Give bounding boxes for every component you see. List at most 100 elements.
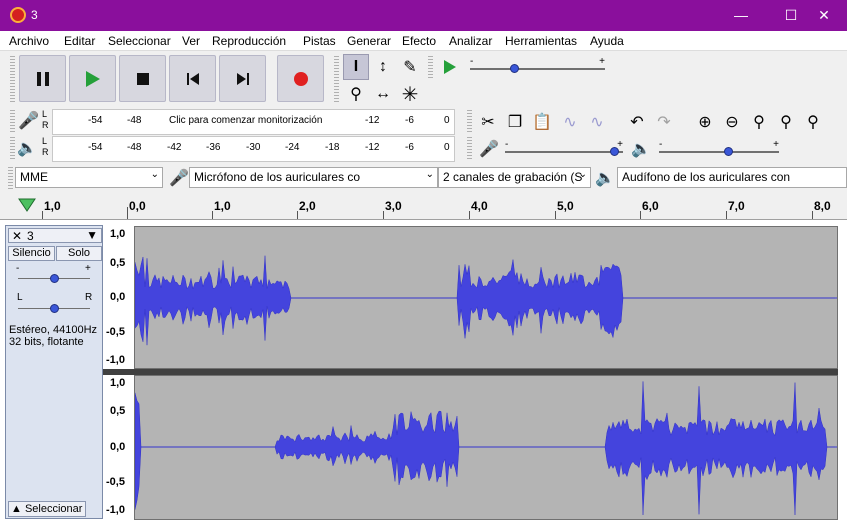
recording-volume-slider[interactable]: - + <box>505 139 623 156</box>
tools-grip[interactable] <box>334 56 339 104</box>
channels-select[interactable]: 2 canales de grabación (S ⌄ <box>438 167 591 188</box>
zoom-out-button[interactable]: ⊖ <box>719 109 745 135</box>
menu-archivo[interactable]: Archivo <box>9 34 49 48</box>
menu-seleccionar[interactable]: Seleccionar <box>108 34 171 48</box>
undo-icon: ↶ <box>630 114 644 131</box>
menu-reproduccion[interactable]: Reproducción <box>212 34 286 48</box>
pause-button[interactable] <box>19 55 66 102</box>
play-icon <box>85 70 100 87</box>
chevron-down-icon: ⌄ <box>150 169 159 180</box>
menu-efecto[interactable]: Efecto <box>402 34 436 48</box>
play-speed-grip[interactable] <box>428 56 433 78</box>
fit-project-button[interactable]: ⚲ <box>773 109 799 135</box>
close-button[interactable]: ✕ <box>801 0 847 31</box>
mute-button[interactable]: Silencio <box>8 246 55 261</box>
selection-tool-button[interactable]: I <box>343 54 369 80</box>
close-track-icon[interactable]: ✕ <box>12 229 22 243</box>
zoom-in-button[interactable]: ⊕ <box>692 109 718 135</box>
track-control-panel[interactable]: ✕ 3 ▼ Silencio Solo - + L R Estéreo, 441… <box>5 225 103 519</box>
timeline-ruler[interactable]: 1,0 0,0 1,0 2,0 3,0 4,0 5,0 6,0 7,0 8,0 <box>0 193 847 220</box>
rec-meter-scale: -54 -48 Clic para comenzar monitorizació… <box>52 109 455 135</box>
skip-start-icon <box>186 72 199 85</box>
ruler-label: 6,0 <box>642 199 659 213</box>
gain-slider[interactable] <box>18 274 90 283</box>
play-meter-grip[interactable] <box>10 137 15 161</box>
stop-button[interactable] <box>119 55 166 102</box>
gain-max-label: + <box>85 263 91 274</box>
monitor-prompt[interactable]: Clic para comenzar monitorización <box>169 115 322 126</box>
vscale-label: 1,0 <box>110 377 126 389</box>
multi-tool-button[interactable]: ✳ <box>397 81 423 107</box>
vscale-label: -1,0 <box>106 504 125 516</box>
host-value: MME <box>20 170 48 184</box>
pan-slider[interactable] <box>18 304 90 313</box>
rec-volume-knob[interactable] <box>610 147 619 156</box>
scissors-icon: ✂ <box>481 114 495 131</box>
recording-device-select[interactable]: Micrófono de los auriculares co ⌄ <box>189 167 438 188</box>
envelope-tool-button[interactable]: ↕ <box>370 54 396 80</box>
playback-volume-slider[interactable]: - + <box>659 139 779 156</box>
device-grip[interactable] <box>8 167 13 189</box>
minimize-button[interactable]: — <box>718 0 764 31</box>
skip-start-button[interactable] <box>169 55 216 102</box>
menu-ver[interactable]: Ver <box>182 34 200 48</box>
gain-knob[interactable] <box>50 274 59 283</box>
pan-right-label: R <box>85 292 93 303</box>
redo-button[interactable]: ↷ <box>651 109 677 135</box>
rec-meter-grip[interactable] <box>10 110 15 134</box>
copy-button[interactable]: ❐ <box>502 109 528 135</box>
menu-herramientas[interactable]: Herramientas <box>505 34 577 48</box>
vscale-label: 0,0 <box>110 441 126 453</box>
playback-device-select[interactable]: Audífono de los auriculares con <box>617 167 847 188</box>
skip-end-button[interactable] <box>219 55 266 102</box>
channels-value: 2 canales de grabación (S <box>443 170 583 184</box>
waveform-right-channel[interactable] <box>134 375 838 520</box>
toolbar-grip[interactable] <box>10 56 15 104</box>
play-button[interactable] <box>69 55 116 102</box>
menu-editar[interactable]: Editar <box>64 34 95 48</box>
timeshift-tool-button[interactable]: ↔ <box>370 81 396 107</box>
vscale-label: -0,5 <box>106 476 125 488</box>
play-at-speed-button[interactable] <box>437 54 463 80</box>
recording-meter[interactable]: LR -54 -48 Clic para comenzar monitoriza… <box>42 109 455 135</box>
pan-knob[interactable] <box>50 304 59 313</box>
play-tick: -6 <box>405 142 414 153</box>
menu-analizar[interactable]: Analizar <box>449 34 492 48</box>
menu-generar[interactable]: Generar <box>347 34 391 48</box>
draw-tool-button[interactable]: ✎ <box>397 54 423 80</box>
mixer-grip[interactable] <box>467 137 472 161</box>
menu-pistas[interactable]: Pistas <box>303 34 336 48</box>
vscale-label: 0,5 <box>110 257 126 269</box>
solo-button[interactable]: Solo <box>56 246 102 261</box>
fit-selection-button[interactable]: ⚲ <box>746 109 772 135</box>
host-select[interactable]: MME ⌄ <box>15 167 163 188</box>
menu-ayuda[interactable]: Ayuda <box>590 34 624 48</box>
record-button[interactable] <box>277 55 324 102</box>
ruler-label: 2,0 <box>299 199 316 213</box>
playback-meter[interactable]: LR -54 -48 -42 -36 -30 -24 -18 -12 -6 0 <box>42 136 455 162</box>
cut-button[interactable]: ✂ <box>475 109 501 135</box>
trim-button[interactable]: ∿ <box>557 109 583 135</box>
undo-button[interactable]: ↶ <box>624 109 650 135</box>
ruler-label: 1,0 <box>44 199 61 213</box>
ruler-label: 3,0 <box>385 199 402 213</box>
pin-head-icon[interactable] <box>18 198 36 212</box>
zoom-toggle-button[interactable]: ⚲ <box>800 109 826 135</box>
zoom-out-icon: ⊖ <box>725 114 739 131</box>
select-track-button[interactable]: ▲ Seleccionar <box>8 501 86 517</box>
play-speed-knob[interactable] <box>510 64 519 73</box>
silence-button[interactable]: ∿ <box>584 109 610 135</box>
zoom-toggle-icon: ⚲ <box>807 114 819 131</box>
play-volume-knob[interactable] <box>724 147 733 156</box>
recording-device-value: Micrófono de los auriculares co <box>194 170 361 184</box>
audacity-logo-icon <box>10 7 26 23</box>
zoom-tool-button[interactable]: ⚲ <box>343 81 369 107</box>
paste-button[interactable]: 📋 <box>529 109 555 135</box>
track-menu-arrow-icon[interactable]: ▼ <box>86 228 98 242</box>
waveform-left-channel[interactable] <box>134 226 838 369</box>
microphone-icon: 🎤 <box>18 111 40 130</box>
play-speed-slider[interactable]: - + <box>470 56 605 73</box>
edit-grip[interactable] <box>467 110 472 134</box>
track-name[interactable]: 3 <box>27 229 34 243</box>
vscale-label: -0,5 <box>106 326 125 338</box>
